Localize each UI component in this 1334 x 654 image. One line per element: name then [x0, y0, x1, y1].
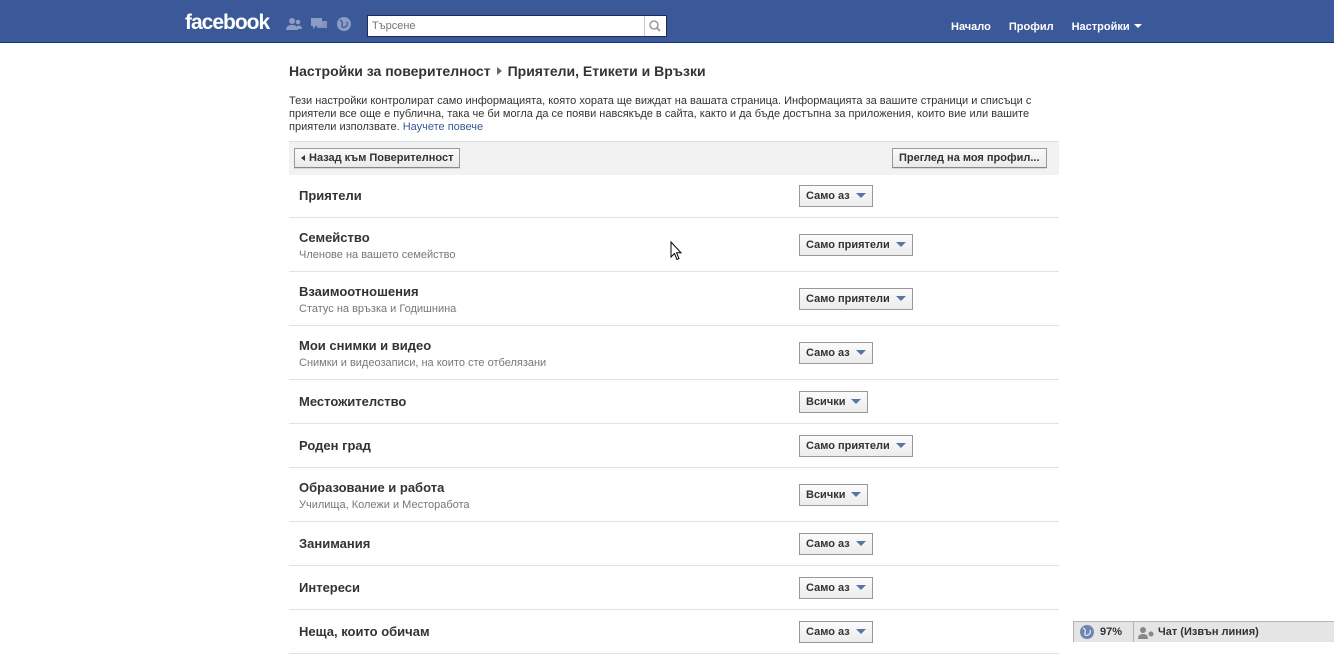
chevron-down-icon — [855, 541, 866, 546]
search-icon — [649, 20, 661, 32]
preview-profile-button[interactable]: Преглед на моя профил... — [892, 148, 1047, 168]
breadcrumb-current: Приятели, Етикети и Връзки — [507, 63, 706, 79]
setting-row: Образование и работа Училища, Колежи и Ме… — [289, 468, 1059, 522]
top-bar: facebook НачалоПрофил Настройки — [0, 0, 1334, 43]
setting-description: Снимки и видеозаписи, на които сте отбел… — [299, 357, 547, 369]
privacy-selector[interactable]: Всички — [799, 391, 869, 413]
privacy-selector-value: Всички — [806, 489, 846, 501]
setting-row: Неща, които обичам Само аз — [289, 610, 1059, 654]
setting-row: Взаимоотношения Статус на връзка и Годишн… — [289, 272, 1059, 326]
privacy-selector[interactable]: Само аз — [799, 342, 873, 364]
setting-title: Неща, които обичам — [299, 624, 430, 639]
setting-title: Занимания — [299, 536, 371, 551]
learn-more-link[interactable]: Научете повече — [403, 121, 483, 133]
top-bar-inner: facebook НачалоПрофил Настройки — [170, 0, 1163, 42]
setting-description: Статус на връзка и Годишнина — [299, 303, 457, 315]
arrow-left-icon — [301, 155, 305, 161]
setting-title: Приятели — [299, 188, 362, 203]
chevron-down-icon — [895, 296, 906, 301]
nav-settings[interactable]: Настройки — [1063, 13, 1151, 41]
search-box — [367, 15, 667, 37]
privacy-selector[interactable]: Само приятели — [799, 435, 913, 457]
chevron-down-icon — [851, 492, 862, 497]
intro-text: Тези настройки контролират само информац… — [289, 95, 1049, 134]
chevron-down-icon — [895, 443, 906, 448]
settings-toolbar: Назад към Поверителност Преглед на моя п… — [289, 141, 1059, 175]
chat-label: Чат (Извън линия) — [1158, 626, 1259, 638]
privacy-selector[interactable]: Само приятели — [799, 288, 913, 310]
privacy-selector-value: Само аз — [806, 538, 850, 550]
friend-requests-icon[interactable] — [285, 16, 303, 32]
mouse-cursor-icon — [670, 240, 683, 264]
privacy-selector-value: Само приятели — [806, 239, 890, 251]
top-nav: Начало Профил Настройки — [942, 0, 1151, 42]
search-input[interactable] — [368, 16, 651, 36]
setting-title: Образование и работа — [299, 480, 445, 495]
privacy-selector[interactable]: Само аз — [799, 621, 873, 643]
globe-icon — [1080, 625, 1094, 639]
nav-settings-label: Настройки — [1071, 21, 1130, 33]
setting-title: Взаимоотношения — [299, 284, 419, 299]
chevron-down-icon — [855, 193, 866, 198]
chevron-down-icon — [855, 629, 866, 634]
setting-row: Занимания Само аз — [289, 522, 1059, 566]
notifications-globe-icon[interactable] — [335, 16, 353, 32]
setting-row: Интереси Само аз — [289, 566, 1059, 610]
preview-profile-label: Преглед на моя профил... — [899, 152, 1040, 164]
breadcrumb: Настройки за поверителност Приятели, Етик… — [289, 63, 1059, 79]
setting-row: Приятели Само аз — [289, 175, 1059, 218]
main-content: Настройки за поверителност Приятели, Етик… — [289, 42, 1059, 654]
chat-status-value: 97% — [1100, 626, 1123, 638]
back-to-privacy-label: Назад към Поверителност — [309, 152, 454, 164]
setting-title: Роден град — [299, 438, 371, 453]
facebook-logo[interactable]: facebook — [185, 11, 270, 35]
privacy-selector[interactable]: Само аз — [799, 533, 873, 555]
setting-title: Интереси — [299, 580, 361, 595]
back-to-privacy-button[interactable]: Назад към Поверителност — [294, 148, 461, 168]
privacy-selector-value: Само приятели — [806, 440, 890, 452]
search-button[interactable] — [644, 16, 666, 36]
chat-bar[interactable]: 97% Чат (Извън линия) — [1073, 621, 1334, 642]
intro-body: Тези настройки контролират само информац… — [289, 95, 1032, 133]
chat-status[interactable]: 97% — [1074, 622, 1134, 642]
chevron-down-icon — [855, 585, 866, 590]
chevron-down-icon — [1133, 24, 1142, 28]
setting-row: Местожителство Всички — [289, 380, 1059, 424]
nav-home[interactable]: Начало — [942, 13, 1000, 41]
chat-open-button[interactable]: Чат (Извън линия) — [1134, 622, 1334, 642]
setting-description: Членове на вашето семейство — [299, 249, 456, 261]
chevron-down-icon — [855, 350, 866, 355]
setting-description: Училища, Колежи и Месторабота — [299, 499, 470, 511]
setting-title: Мои снимки и видео — [299, 338, 432, 353]
privacy-selector-value: Само аз — [806, 190, 850, 202]
user-offline-icon — [1138, 627, 1154, 639]
setting-title: Семейство — [299, 230, 370, 245]
privacy-selector[interactable]: Само аз — [799, 577, 873, 599]
privacy-selector-value: Всички — [806, 396, 846, 408]
chevron-down-icon — [895, 242, 906, 247]
messages-icon[interactable] — [310, 16, 328, 32]
privacy-selector-value: Само аз — [806, 626, 850, 638]
privacy-selector[interactable]: Само аз — [799, 185, 873, 207]
privacy-selector-value: Само аз — [806, 347, 850, 359]
privacy-selector[interactable]: Всички — [799, 484, 869, 506]
privacy-selector-value: Само приятели — [806, 293, 890, 305]
privacy-selector-value: Само аз — [806, 582, 850, 594]
setting-row: Роден град Само приятели — [289, 424, 1059, 468]
setting-title: Местожителство — [299, 394, 407, 409]
privacy-selector[interactable]: Само приятели — [799, 234, 913, 256]
breadcrumb-parent[interactable]: Настройки за поверителност — [289, 63, 491, 79]
chevron-down-icon — [851, 399, 862, 404]
breadcrumb-separator-icon — [496, 67, 502, 75]
nav-profile[interactable]: Профил — [1000, 13, 1063, 41]
setting-row: Мои снимки и видео Снимки и видеозаписи, … — [289, 326, 1059, 380]
